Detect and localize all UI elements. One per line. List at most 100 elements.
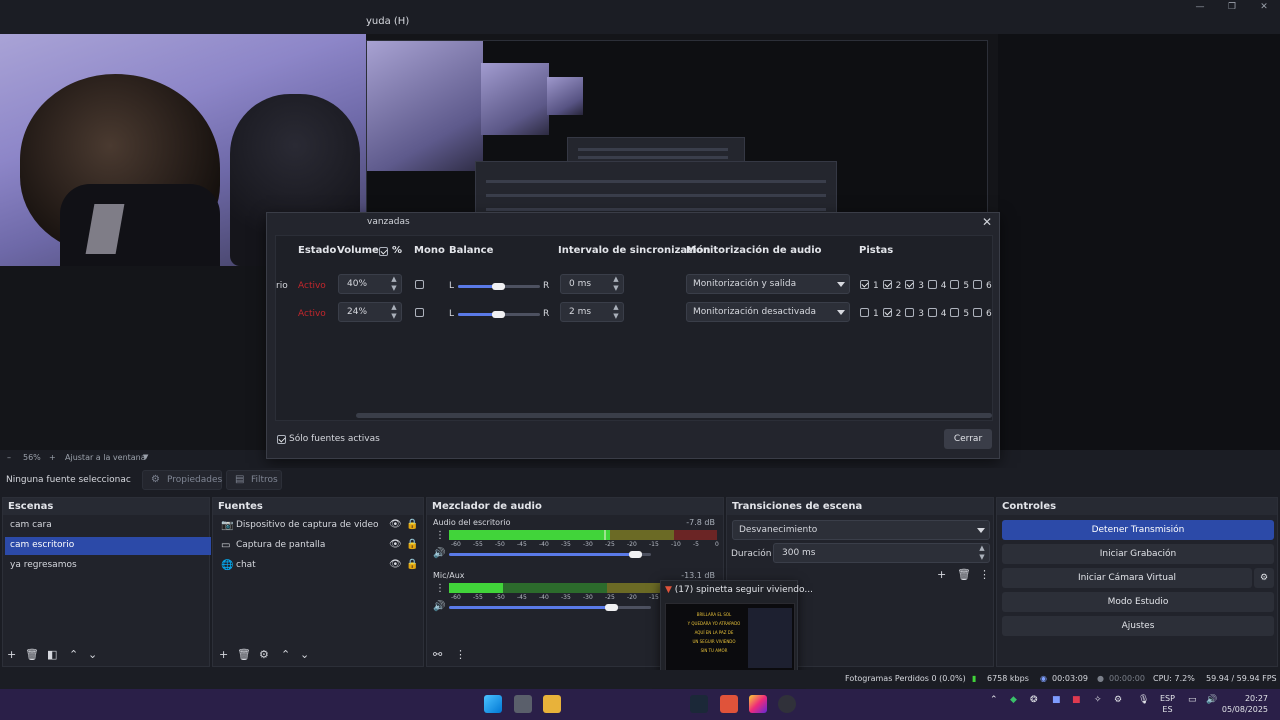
input-language[interactable]: ESP ES <box>1160 693 1175 715</box>
lock-icon[interactable]: 🔒 <box>406 539 418 550</box>
transition-select[interactable]: Desvanecimiento <box>732 520 990 540</box>
link-icon[interactable]: ⚯ <box>433 648 442 661</box>
track-checkbox[interactable] <box>927 280 937 289</box>
track-checkbox[interactable] <box>973 308 982 317</box>
volume-slider-knob[interactable] <box>604 604 618 611</box>
lock-icon[interactable]: 🔒 <box>406 519 418 530</box>
scene-item[interactable]: cam escritorio <box>5 537 211 555</box>
monitoring-select[interactable]: Monitorización y salida <box>686 274 850 294</box>
steam-tray-icon[interactable]: ⚙ <box>1114 695 1122 705</box>
clock[interactable]: 20:27 05/08/2025 <box>1222 693 1268 715</box>
spin-arrows-icon[interactable]: ▲ ▼ <box>389 303 399 321</box>
track-checkbox[interactable] <box>905 308 915 317</box>
add-icon[interactable]: + <box>7 648 16 661</box>
settings-button[interactable]: Ajustes <box>1002 616 1274 636</box>
menu-help[interactable]: yuda (H) <box>366 16 409 32</box>
track-checkbox[interactable] <box>950 280 960 289</box>
properties-button[interactable]: ⚙ Propiedades <box>142 470 222 490</box>
filter-icon[interactable]: ◧ <box>47 648 57 661</box>
obs-icon[interactable] <box>778 695 796 713</box>
scene-item[interactable]: cam cara <box>5 517 211 535</box>
add-icon[interactable]: + <box>937 568 946 581</box>
lock-icon[interactable]: 🔒 <box>406 559 418 570</box>
active-only-checkbox[interactable] <box>277 435 286 444</box>
start-recording-button[interactable]: Iniciar Grabación <box>1002 544 1274 564</box>
spin-arrows-icon[interactable]: ▲ ▼ <box>977 544 987 562</box>
minimize-icon[interactable]: — <box>1184 0 1216 14</box>
monitoring-select[interactable]: Monitorización desactivada <box>686 302 850 322</box>
chevron-up-icon[interactable]: ⌃ <box>281 648 290 661</box>
trash-icon[interactable]: 🗑 <box>237 648 251 661</box>
horizontal-scrollbar[interactable] <box>356 413 992 418</box>
trash-icon[interactable]: 🗑 <box>957 568 971 581</box>
volume-slider-knob[interactable] <box>628 551 642 558</box>
network-icon[interactable]: ▭ <box>1188 695 1197 705</box>
mono-checkbox[interactable] <box>415 280 424 289</box>
tray-app-icon[interactable]: ■ <box>1052 695 1061 705</box>
zoom-in-button[interactable]: + <box>49 453 56 462</box>
virtual-camera-settings-button[interactable]: ⚙ <box>1254 568 1274 588</box>
trash-icon[interactable]: 🗑 <box>25 648 39 661</box>
scene-item[interactable]: ya regresamos <box>5 557 211 575</box>
track-checkbox[interactable] <box>927 308 937 317</box>
steam-icon[interactable] <box>690 695 708 713</box>
windows-start-icon[interactable] <box>484 695 502 713</box>
spin-arrows-icon[interactable]: ▲ ▼ <box>389 275 399 293</box>
track-checkbox[interactable] <box>973 280 982 289</box>
volume-percent-checkbox[interactable] <box>379 247 388 256</box>
balance-slider-knob[interactable] <box>492 283 505 290</box>
zoom-out-button[interactable]: – <box>7 453 11 462</box>
volume-slider[interactable] <box>449 553 635 556</box>
filters-button[interactable]: ▤ Filtros <box>226 470 282 490</box>
sync-offset-spinbox[interactable]: 0 ms ▲ ▼ <box>560 274 624 294</box>
studio-mode-button[interactable]: Modo Estudio <box>1002 592 1274 612</box>
tray-app-icon[interactable]: ◆ <box>1010 695 1017 705</box>
tray-app-icon[interactable]: ❂ <box>1030 695 1038 705</box>
add-icon[interactable]: + <box>219 648 228 661</box>
source-item[interactable]: ▭ Captura de pantalla 👁 🔒 <box>217 537 423 555</box>
duration-spinbox[interactable]: 300 ms ▲ ▼ <box>773 543 990 563</box>
tray-app-icon[interactable]: ✧ <box>1094 695 1102 705</box>
track-checkbox[interactable] <box>860 308 869 317</box>
more-icon[interactable]: ⋮ <box>979 568 990 581</box>
more-icon[interactable]: ⋮ <box>435 583 445 594</box>
volume-icon[interactable]: 🔊 <box>1206 695 1217 705</box>
chevron-up-icon[interactable]: ⌃ <box>990 695 998 705</box>
speaker-icon[interactable]: 🔊 <box>433 548 445 559</box>
chevron-down-icon[interactable]: ⌄ <box>88 648 97 661</box>
spin-arrows-icon[interactable]: ▲ ▼ <box>611 303 621 321</box>
more-icon[interactable]: ⋮ <box>455 648 466 661</box>
track-checkbox[interactable] <box>860 280 869 289</box>
speaker-icon[interactable]: 🔊 <box>433 601 445 612</box>
microphone-icon[interactable]: 🎙 <box>1138 695 1149 705</box>
stop-stream-button[interactable]: Detener Transmisión <box>1002 520 1274 540</box>
gear-icon[interactable]: ⚙ <box>259 648 269 661</box>
brave-browser-icon[interactable] <box>720 695 738 713</box>
volume-spinbox[interactable]: 40% ▲ ▼ <box>338 274 402 294</box>
maximize-icon[interactable]: ❐ <box>1216 0 1248 14</box>
visibility-eye-icon[interactable]: 👁 <box>389 539 402 550</box>
track-checkbox[interactable] <box>882 280 892 289</box>
fit-window-label[interactable]: Ajustar a la ventana <box>65 453 146 462</box>
volume-slider[interactable] <box>449 606 611 609</box>
chevron-down-icon[interactable]: ▼ <box>143 453 148 461</box>
instagram-icon[interactable] <box>749 695 767 713</box>
balance-slider-knob[interactable] <box>492 311 505 318</box>
track-checkbox[interactable] <box>905 280 915 289</box>
source-item[interactable]: 📷 Dispositivo de captura de video 👁 🔒 <box>217 517 423 535</box>
mono-checkbox[interactable] <box>415 308 424 317</box>
sync-offset-spinbox[interactable]: 2 ms ▲ ▼ <box>560 302 624 322</box>
visibility-eye-icon[interactable]: 👁 <box>389 519 402 530</box>
task-view-icon[interactable] <box>514 695 532 713</box>
track-checkbox[interactable] <box>950 308 960 317</box>
track-checkbox[interactable] <box>882 308 892 317</box>
more-icon[interactable]: ⋮ <box>435 530 445 541</box>
file-explorer-icon[interactable] <box>543 695 561 713</box>
close-window-icon[interactable]: ✕ <box>1248 0 1280 14</box>
volume-spinbox[interactable]: 24% ▲ ▼ <box>338 302 402 322</box>
taskbar-thumbnail-preview[interactable]: ▼ (17) spinetta seguir viviendo... BRILL… <box>660 580 813 676</box>
chevron-up-icon[interactable]: ⌃ <box>69 648 78 661</box>
virtual-camera-button[interactable]: Iniciar Cámara Virtual <box>1002 568 1252 588</box>
tray-app-icon[interactable]: ■ <box>1072 695 1081 705</box>
close-icon[interactable]: ✕ <box>979 214 995 230</box>
